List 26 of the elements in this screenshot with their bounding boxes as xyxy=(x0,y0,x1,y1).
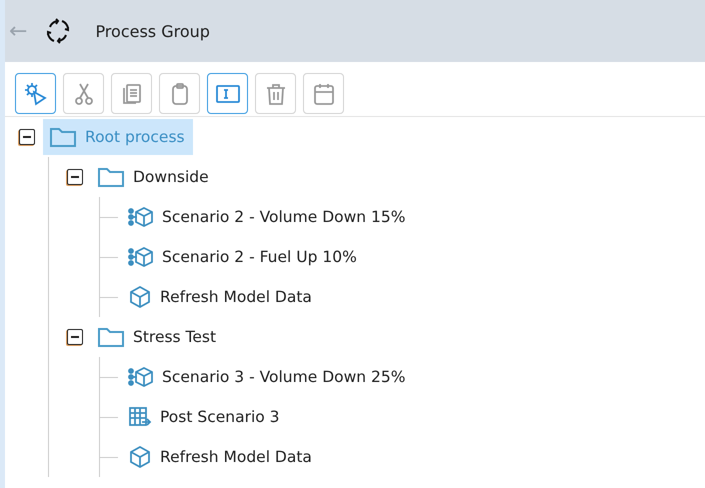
tree-item[interactable]: Downside xyxy=(91,159,217,195)
folder-icon xyxy=(97,166,125,188)
table-arrow-icon xyxy=(128,406,152,428)
tree-item[interactable]: Scenario 2 - Volume Down 15% xyxy=(122,199,414,235)
calendar-icon xyxy=(312,82,336,106)
folder-icon xyxy=(97,326,125,348)
cube-network-icon xyxy=(128,246,154,268)
cube-network-icon xyxy=(128,366,154,388)
run-gear-icon xyxy=(24,82,48,106)
toolbar-button[interactable] xyxy=(15,73,56,114)
collapse-toggle[interactable] xyxy=(19,129,35,145)
tree-item[interactable]: Scenario 2 - Fuel Up 10% xyxy=(122,239,365,275)
tree-item[interactable]: Post Scenario 3 xyxy=(122,399,288,435)
collapse-toggle[interactable] xyxy=(67,329,83,345)
tree-item[interactable]: Scenario 3 - Volume Down 25% xyxy=(122,359,414,395)
cube-icon xyxy=(128,285,152,309)
tree-item[interactable]: Stress Test xyxy=(91,319,224,355)
folder-icon xyxy=(49,126,77,148)
refresh-cycle-icon xyxy=(45,18,72,44)
tree-item[interactable]: Refresh Model Data xyxy=(122,279,320,315)
header-title: Process Group xyxy=(95,22,210,40)
collapse-toggle[interactable] xyxy=(67,169,83,185)
toolbar-button[interactable] xyxy=(207,73,248,114)
cube-icon xyxy=(128,445,152,469)
cube-network-icon xyxy=(128,206,154,228)
tree-item[interactable]: Refresh Model Data xyxy=(122,439,320,475)
